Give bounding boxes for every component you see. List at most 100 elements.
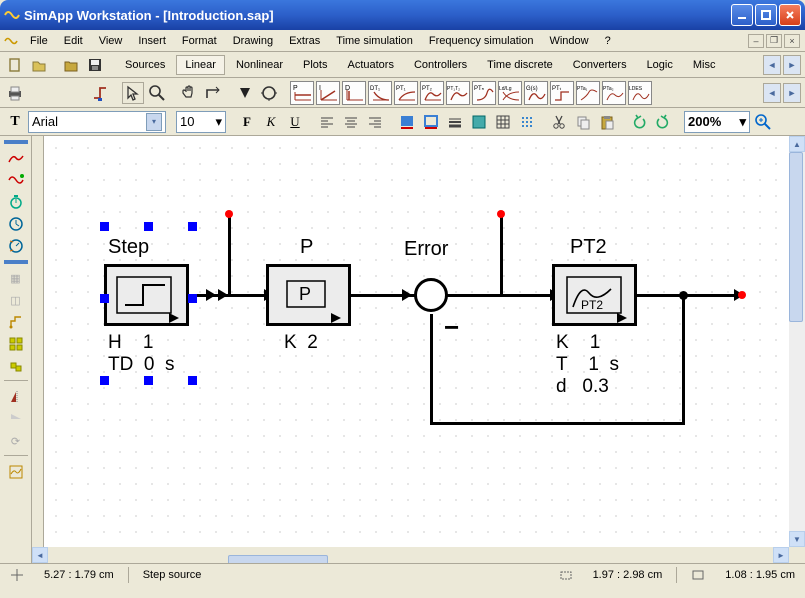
undo-button[interactable] [628, 111, 650, 133]
selection-handle[interactable] [188, 376, 197, 385]
menu-drawing[interactable]: Drawing [225, 33, 281, 49]
group-button[interactable] [5, 356, 27, 376]
line-style-button[interactable] [444, 111, 466, 133]
font-select[interactable]: Arial ▾ [28, 111, 166, 133]
redo-button[interactable] [652, 111, 674, 133]
maximize-button[interactable] [755, 4, 777, 26]
block-gs[interactable]: G(s) [524, 81, 548, 105]
cut-button[interactable] [548, 111, 570, 133]
block-p[interactable]: P P K 2 [266, 264, 351, 326]
pointer-tool-button[interactable] [122, 82, 144, 104]
menu-format[interactable]: Format [174, 33, 225, 49]
align-right-button[interactable] [364, 111, 386, 133]
open-button[interactable] [28, 54, 50, 76]
probe-point[interactable] [738, 291, 746, 299]
folder-button[interactable] [60, 54, 82, 76]
rotate-button[interactable]: ⟳ [5, 431, 27, 451]
scroll-thumb[interactable] [789, 152, 803, 322]
pattern-button[interactable] [468, 111, 490, 133]
scroll-left-button[interactable]: ◄ [32, 547, 48, 563]
menu-window[interactable]: Window [541, 33, 596, 49]
block-scroll-left-button[interactable]: ◄ [763, 83, 781, 103]
tab-sources[interactable]: Sources [116, 55, 174, 75]
block-ptt[interactable]: PTₜ [550, 81, 574, 105]
flip-h-button[interactable] [5, 387, 27, 407]
selection-handle[interactable] [100, 294, 109, 303]
horizontal-scrollbar[interactable]: ◄ ► [32, 547, 789, 563]
tab-misc[interactable]: Misc [684, 55, 725, 75]
italic-button[interactable]: K [260, 111, 282, 133]
tab-actuators[interactable]: Actuators [339, 55, 403, 75]
block-step[interactable]: Step H 1 TD 0 s [104, 264, 189, 326]
selection-handle[interactable] [100, 222, 109, 231]
scroll-right-button[interactable]: ► [773, 547, 789, 563]
menu-edit[interactable]: Edit [56, 33, 91, 49]
save-button[interactable] [84, 54, 106, 76]
menu-extras[interactable]: Extras [281, 33, 328, 49]
canvas[interactable]: Step H 1 TD 0 s [32, 136, 789, 547]
pan-tool-button[interactable] [178, 82, 200, 104]
fill-color-button[interactable] [396, 111, 418, 133]
block-pta2[interactable]: PTa₂ [602, 81, 626, 105]
flip-v-button[interactable] [5, 409, 27, 429]
menu-file[interactable]: File [22, 33, 56, 49]
mdi-restore-button[interactable]: ❐ [766, 34, 782, 48]
align-left-button[interactable] [316, 111, 338, 133]
selection-handle[interactable] [144, 376, 153, 385]
block-dt1[interactable]: DT₁ [368, 81, 392, 105]
block-pt1[interactable]: PT₁ [394, 81, 418, 105]
block-ptn[interactable]: PTₙ [472, 81, 496, 105]
clock-button[interactable] [5, 214, 27, 234]
chart-settings-button[interactable] [5, 462, 27, 482]
zoom-select[interactable]: 200% ▾ [684, 111, 750, 133]
menu-insert[interactable]: Insert [130, 33, 174, 49]
text-tool-button[interactable]: T [4, 111, 26, 133]
tab-linear[interactable]: Linear [176, 55, 225, 75]
menu-view[interactable]: View [91, 33, 131, 49]
copy-button[interactable] [572, 111, 594, 133]
select-all-button[interactable] [5, 334, 27, 354]
hatch-button[interactable] [492, 111, 514, 133]
selection-handle[interactable] [188, 222, 197, 231]
grid-button[interactable] [516, 111, 538, 133]
tab-logic[interactable]: Logic [638, 55, 682, 75]
zoom-in-button[interactable] [752, 111, 774, 133]
close-button[interactable] [779, 4, 801, 26]
menu-help[interactable]: ? [597, 33, 619, 49]
tab-converters[interactable]: Converters [564, 55, 636, 75]
block-p[interactable]: P [290, 81, 314, 105]
minimize-button[interactable] [731, 4, 753, 26]
block-ldes[interactable]: LDES [628, 81, 652, 105]
sum-node-tool-button[interactable] [258, 82, 280, 104]
clock-fast-button[interactable] [5, 236, 27, 256]
block-scroll-right-button[interactable]: ► [783, 83, 801, 103]
menu-frequency-simulation[interactable]: Frequency simulation [421, 33, 542, 49]
selection-handle[interactable] [100, 376, 109, 385]
block-ldlg[interactable]: Ld/Lg [498, 81, 522, 105]
tab-plots[interactable]: Plots [294, 55, 336, 75]
underline-button[interactable]: U [284, 111, 306, 133]
scroll-down-button[interactable]: ▼ [789, 531, 805, 547]
align-center-button[interactable] [340, 111, 362, 133]
block-i[interactable]: I [316, 81, 340, 105]
probe-tool-button[interactable] [234, 82, 256, 104]
tab-scroll-right-button[interactable]: ► [783, 55, 801, 75]
zoom-tool-button[interactable] [146, 82, 168, 104]
route-button[interactable] [5, 312, 27, 332]
probe-point[interactable] [497, 210, 505, 218]
stopwatch-button[interactable] [5, 192, 27, 212]
scroll-thumb[interactable] [228, 555, 328, 563]
probe-point[interactable] [225, 210, 233, 218]
mdi-close-button[interactable]: × [784, 34, 800, 48]
block-d[interactable]: D [342, 81, 366, 105]
tab-controllers[interactable]: Controllers [405, 55, 476, 75]
scroll-up-button[interactable]: ▲ [789, 136, 805, 152]
menu-time-simulation[interactable]: Time simulation [328, 33, 421, 49]
paste-button[interactable] [596, 111, 618, 133]
line-color-button[interactable] [420, 111, 442, 133]
block-pt2[interactable]: PT2 PT2 K 1 T 1 s d 0.3 [552, 264, 637, 326]
layer-2-button[interactable]: ◫ [5, 290, 27, 310]
block-pta1[interactable]: PTa₁ [576, 81, 600, 105]
mdi-minimize-button[interactable]: – [748, 34, 764, 48]
print-button[interactable] [4, 82, 26, 104]
